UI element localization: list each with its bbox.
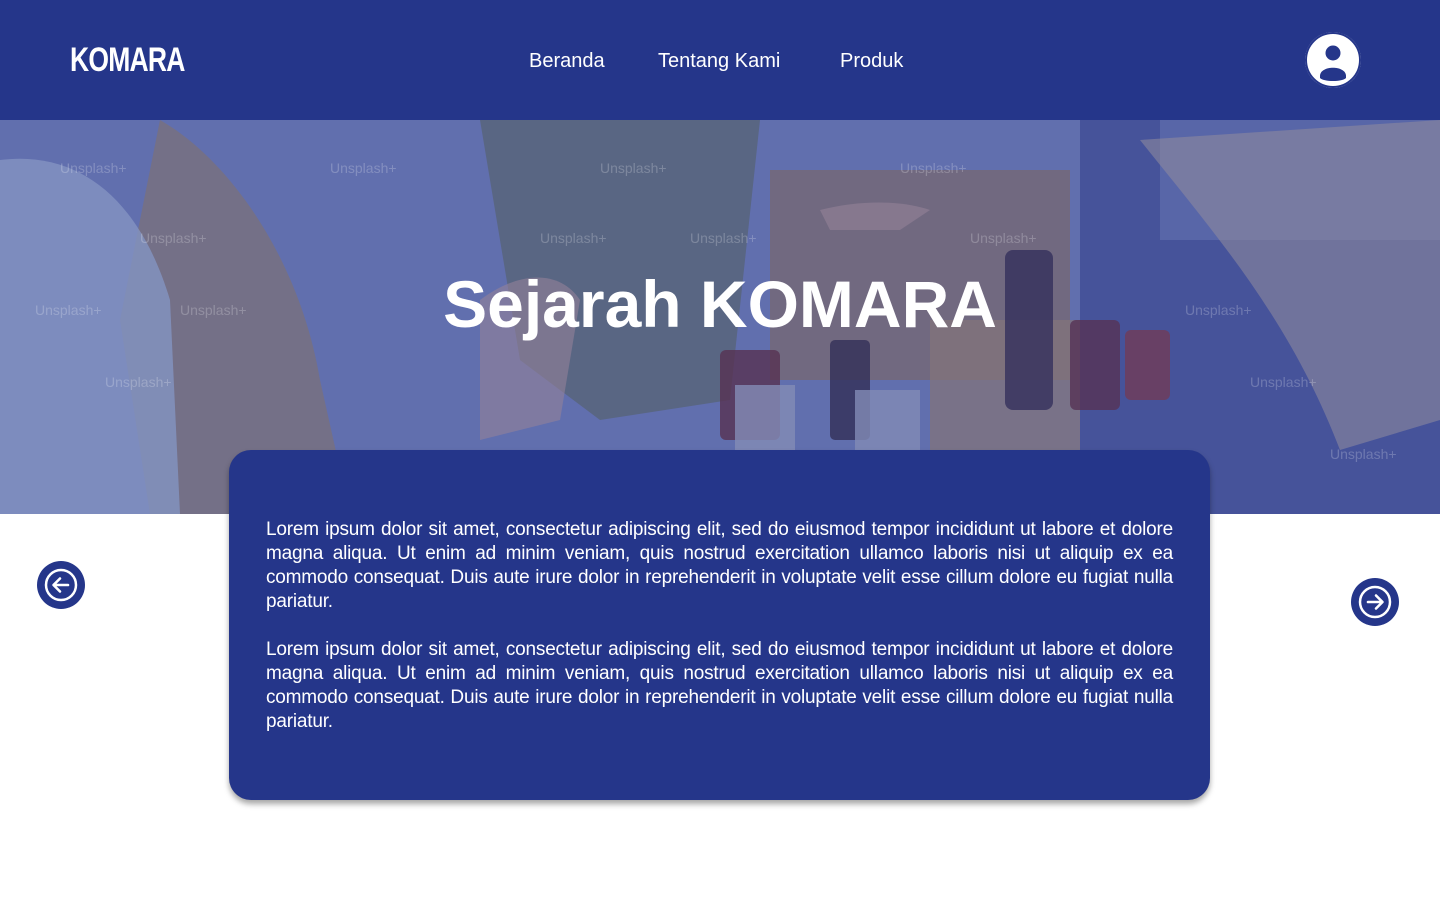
watermark-text: Unsplash+ (330, 160, 397, 176)
arrow-left-icon (44, 568, 78, 602)
history-paragraph: Lorem ipsum dolor sit amet, consectetur … (266, 639, 1173, 732)
watermark-text: Unsplash+ (540, 230, 607, 246)
profile-button[interactable] (1305, 32, 1361, 88)
user-circle-icon (1305, 32, 1361, 88)
nav-link-tentang-kami[interactable]: Tentang Kami (658, 48, 780, 74)
watermark-text: Unsplash+ (60, 160, 127, 176)
next-button[interactable] (1351, 578, 1399, 626)
main-nav: Beranda Tentang Kami Produk (0, 48, 1440, 74)
prev-button[interactable] (37, 561, 85, 609)
watermark-text: Unsplash+ (1330, 446, 1397, 462)
watermark-text: Unsplash+ (970, 230, 1037, 246)
arrow-right-icon (1358, 585, 1392, 619)
watermark-text: Unsplash+ (900, 160, 967, 176)
watermark-text: Unsplash+ (1250, 374, 1317, 390)
nav-link-produk[interactable]: Produk (840, 48, 903, 74)
watermark-text: Unsplash+ (140, 230, 207, 246)
watermark-text: Unsplash+ (600, 160, 667, 176)
nav-link-beranda[interactable]: Beranda (529, 48, 605, 74)
hero-title: Sejarah KOMARA (443, 267, 997, 341)
history-content-card: Lorem ipsum dolor sit amet, consectetur … (229, 450, 1210, 800)
watermark-text: Unsplash+ (690, 230, 757, 246)
navbar: KOMARA Beranda Tentang Kami Produk (0, 0, 1440, 120)
history-paragraph: Lorem ipsum dolor sit amet, consectetur … (266, 519, 1173, 612)
watermark-text: Unsplash+ (105, 374, 172, 390)
